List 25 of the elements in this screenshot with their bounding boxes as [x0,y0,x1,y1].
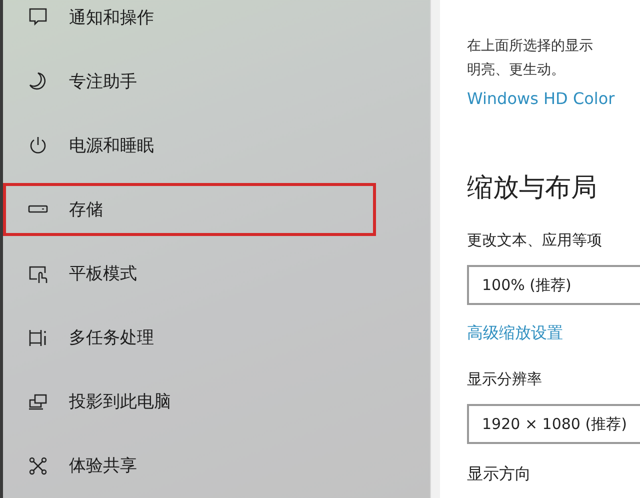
screens-icon [28,392,48,412]
sidebar-item[interactable]: 投影到此电脑 [3,376,376,428]
multitasking-icon [28,328,48,348]
tablet-icon [28,264,48,284]
share-icon [28,456,48,476]
sidebar-item[interactable]: 专注助手 [3,55,376,108]
orientation-label: 显示方向 [467,464,532,485]
sidebar-item[interactable]: 电源和睡眠 [3,119,376,172]
moon-icon [28,71,48,92]
advanced-scaling-link[interactable]: 高级缩放设置 [467,323,563,344]
power-icon [28,135,48,156]
sidebar-item[interactable]: 多任务处理 [3,312,376,364]
resolution-dropdown[interactable]: 1920 × 1080 (推荐) [467,404,640,444]
hd-color-link[interactable]: Windows HD Color [467,89,615,108]
sidebar-item[interactable]: 平板模式 [3,248,376,300]
resolution-label: 显示分辨率 [467,370,543,389]
description-text: 在上面所选择的显示 [467,37,594,56]
sidebar-item[interactable]: 存储 [3,183,376,236]
sidebar-item[interactable]: 通知和操作 [3,0,376,44]
section-title: 缩放与布局 [467,172,598,205]
description-text: 明亮、更生动。 [467,61,566,80]
scale-label: 更改文本、应用等项 [467,231,603,250]
speech-bubble-icon [28,7,48,28]
sidebar-item[interactable]: 体验共享 [3,440,376,492]
scale-dropdown[interactable]: 100% (推荐) [467,265,640,305]
